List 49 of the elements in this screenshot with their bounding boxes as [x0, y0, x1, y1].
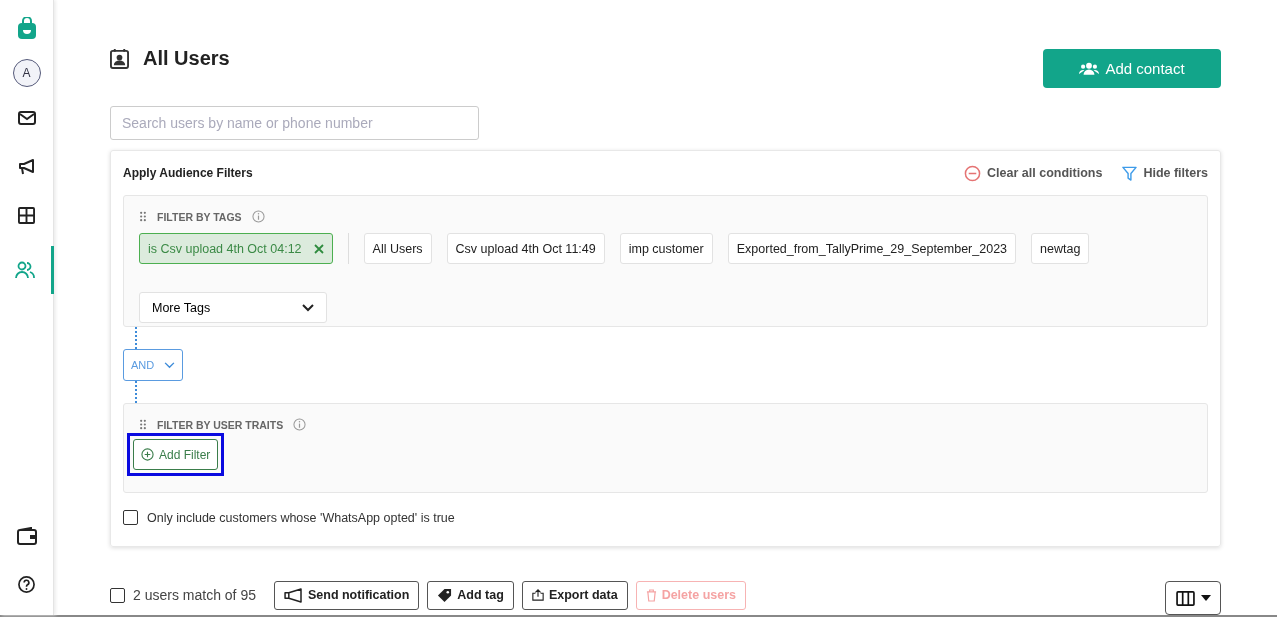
tag-chip[interactable]: is Csv upload 4th Oct 04:12 [139, 233, 333, 264]
avatar[interactable]: A [12, 59, 41, 87]
bag-logo-icon[interactable] [16, 17, 37, 39]
drag-handle-icon[interactable] [139, 419, 147, 430]
tag-chip[interactable]: Exported_from_TallyPrime_29_September_2023 [727, 233, 1017, 264]
checkbox[interactable] [123, 510, 138, 525]
tag-chip[interactable]: All Users [363, 233, 432, 264]
export-button[interactable]: Export data [521, 580, 628, 610]
more-tags-dropdown[interactable]: More Tags [139, 292, 327, 323]
caret-icon [1200, 595, 1211, 601]
minus-circle-icon [964, 164, 982, 182]
info-icon [293, 418, 307, 431]
mail-icon [17, 110, 36, 125]
plus-circle-icon [141, 448, 154, 461]
share-icon [531, 589, 544, 601]
help-icon[interactable] [18, 576, 35, 593]
chevron-down-icon [164, 361, 175, 369]
panel-title: Apply Audience Filters [123, 166, 253, 180]
users-icon [15, 261, 35, 279]
tag-icon [437, 587, 453, 603]
columns-icon [1175, 590, 1195, 606]
select-all-checkbox[interactable] [110, 587, 125, 603]
trash-icon [645, 588, 657, 602]
match-count: 2 users match of 95 [133, 587, 256, 603]
columns-button[interactable] [1165, 581, 1221, 615]
section-title: FILTER BY TAGS [157, 210, 242, 223]
tag-chip[interactable]: newtag [1031, 233, 1090, 264]
chevron-down-icon [302, 303, 314, 312]
drag-handle-icon[interactable] [139, 211, 147, 222]
megaphone-icon [17, 157, 36, 176]
users-icon [1079, 61, 1100, 75]
add-filter-button[interactable]: Add Filter [133, 439, 219, 470]
notify-button[interactable]: Send notification [273, 580, 420, 610]
grid-icon [18, 207, 35, 224]
funnel-icon [1122, 165, 1138, 181]
tag-chip[interactable]: Csv upload 4th Oct 11:49 [446, 233, 605, 264]
info-icon [251, 210, 265, 223]
wallet-icon[interactable] [16, 526, 37, 545]
contact-card-icon [110, 47, 129, 69]
tag-chip[interactable]: imp customer [619, 233, 713, 264]
close-icon[interactable] [313, 243, 324, 254]
page-title: All Users [143, 46, 230, 70]
hide-filters-link[interactable]: Hide filters [1122, 164, 1208, 182]
megaphone-icon [283, 587, 303, 603]
checkbox-label: Only include customers whose 'WhatsApp opted' is true [147, 510, 455, 525]
clear-conditions-link[interactable]: Clear all conditions [964, 164, 1103, 182]
section-title: FILTER BY USER TRAITS [157, 418, 284, 431]
search-field[interactable]: Search users by name or phone number [110, 106, 479, 140]
tag-button[interactable]: Add tag [427, 580, 514, 610]
